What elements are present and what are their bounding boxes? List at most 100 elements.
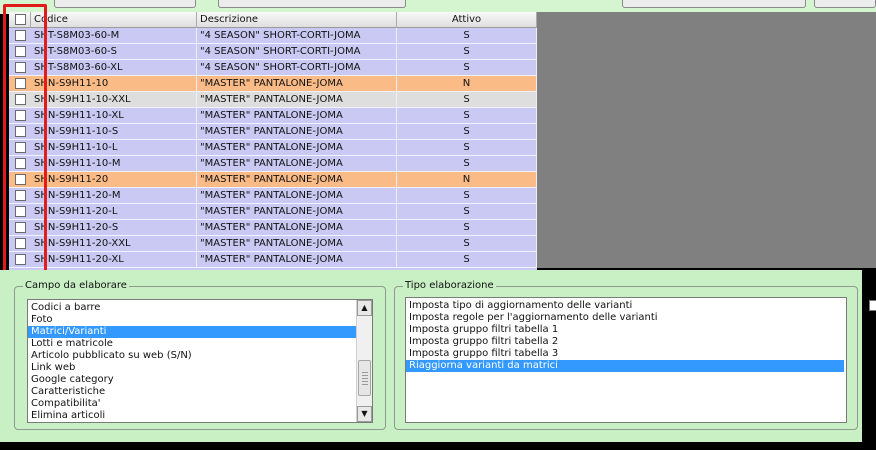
table-row[interactable]: SHN-S9H11-10-XXL "MASTER" PANTALONE-JOMA S — [9, 92, 537, 108]
campo-list-item[interactable]: Elimina articoli — [28, 410, 358, 422]
cell-descrizione[interactable]: "4 SEASON" SHORT-CORTI-JOMA — [197, 28, 397, 44]
table-row[interactable]: SHN-S9H11-20-XXL "MASTER" PANTALONE-JOMA S — [9, 236, 537, 252]
cell-codice[interactable]: SHT-S8M03-60-M — [31, 28, 197, 44]
table-row[interactable]: SHN-S9H11-20-M "MASTER" PANTALONE-JOMA S — [9, 188, 537, 204]
row-select-cell[interactable] — [9, 76, 31, 92]
cell-descrizione[interactable]: "MASTER" PANTALONE-JOMA — [197, 204, 397, 220]
toolbar-tab-2[interactable] — [218, 0, 406, 8]
cell-attivo[interactable]: N — [397, 172, 537, 188]
cell-codice[interactable]: SHN-S9H11-20-L — [31, 204, 197, 220]
cell-attivo[interactable]: S — [397, 60, 537, 76]
table-row[interactable]: SHN-S9H11-10 "MASTER" PANTALONE-JOMA N — [9, 76, 537, 92]
campo-listbox[interactable]: Codici a barre Foto Matrici/Varianti Lotti … — [27, 299, 373, 423]
row-select-cell[interactable] — [9, 252, 31, 268]
row-select-cell[interactable] — [9, 236, 31, 252]
row-checkbox[interactable] — [15, 190, 26, 201]
cell-codice[interactable]: SHN-S9H11-10-L — [31, 140, 197, 156]
scroll-up-arrow-icon[interactable]: ▲ — [357, 300, 372, 316]
cell-codice[interactable]: SHN-S9H11-20-XL — [31, 252, 197, 268]
cell-codice[interactable]: SHN-S9H11-20-M — [31, 188, 197, 204]
table-row[interactable]: SHN-S9H11-10-S "MASTER" PANTALONE-JOMA S — [9, 124, 537, 140]
campo-list-item[interactable]: Codici a barre — [28, 302, 358, 314]
row-checkbox[interactable] — [15, 222, 26, 233]
row-checkbox[interactable] — [15, 62, 26, 73]
cell-descrizione[interactable]: "MASTER" PANTALONE-JOMA — [197, 92, 397, 108]
tipo-list-item[interactable]: Imposta gruppo filtri tabella 1 — [406, 324, 844, 336]
cell-descrizione[interactable]: "MASTER" PANTALONE-JOMA — [197, 124, 397, 140]
row-checkbox[interactable] — [15, 158, 26, 169]
table-row[interactable]: SHN-S9H11-20-L "MASTER" PANTALONE-JOMA S — [9, 204, 537, 220]
cell-codice[interactable]: SHN-S9H11-20 — [31, 172, 197, 188]
table-row[interactable]: SHN-S9H11-10-L "MASTER" PANTALONE-JOMA S — [9, 140, 537, 156]
column-header-codice[interactable]: Codice — [31, 12, 197, 28]
table-row[interactable]: SHN-S9H11-20-S "MASTER" PANTALONE-JOMA S — [9, 220, 537, 236]
row-select-cell[interactable] — [9, 124, 31, 140]
cell-descrizione[interactable]: "MASTER" PANTALONE-JOMA — [197, 140, 397, 156]
row-checkbox[interactable] — [15, 174, 26, 185]
tipo-listbox[interactable]: Imposta tipo di aggiornamento delle vari… — [405, 297, 847, 423]
row-select-cell[interactable] — [9, 204, 31, 220]
scroll-down-arrow-icon[interactable]: ▼ — [357, 406, 372, 422]
cell-descrizione[interactable]: "MASTER" PANTALONE-JOMA — [197, 172, 397, 188]
tipo-list-item[interactable]: Imposta gruppo filtri tabella 3 — [406, 348, 844, 360]
cell-codice[interactable]: SHN-S9H11-10-M — [31, 156, 197, 172]
row-checkbox[interactable] — [15, 206, 26, 217]
row-checkbox[interactable] — [15, 142, 26, 153]
cell-descrizione[interactable]: "MASTER" PANTALONE-JOMA — [197, 76, 397, 92]
row-select-cell[interactable] — [9, 108, 31, 124]
cell-codice[interactable]: SHN-S9H11-10 — [31, 76, 197, 92]
table-row[interactable]: SHT-S8M03-60-XL "4 SEASON" SHORT-CORTI-JO… — [9, 60, 537, 76]
row-select-cell[interactable] — [9, 220, 31, 236]
cell-codice[interactable]: SHN-S9H11-20-XXL — [31, 236, 197, 252]
table-row[interactable]: SHT-S8M03-60-M "4 SEASON" SHORT-CORTI-JOM… — [9, 28, 537, 44]
cell-attivo[interactable]: S — [397, 28, 537, 44]
cell-attivo[interactable]: S — [397, 44, 537, 60]
table-row[interactable]: SHN-S9H11-10-M "MASTER" PANTALONE-JOMA S — [9, 156, 537, 172]
row-select-cell[interactable] — [9, 156, 31, 172]
header-select-all-cell[interactable] — [9, 12, 31, 28]
cell-attivo[interactable]: N — [397, 76, 537, 92]
cell-attivo[interactable]: S — [397, 108, 537, 124]
row-checkbox[interactable] — [15, 254, 26, 265]
cell-descrizione[interactable]: "MASTER" PANTALONE-JOMA — [197, 236, 397, 252]
row-select-cell[interactable] — [9, 188, 31, 204]
toolbar-tab-3[interactable] — [622, 0, 806, 8]
cell-descrizione[interactable]: "MASTER" PANTALONE-JOMA — [197, 108, 397, 124]
select-all-checkbox[interactable] — [15, 14, 26, 25]
row-select-cell[interactable] — [9, 172, 31, 188]
row-select-cell[interactable] — [9, 92, 31, 108]
cell-codice[interactable]: SHT-S8M03-60-S — [31, 44, 197, 60]
campo-scrollbar[interactable]: ▲ ▼ — [356, 300, 372, 422]
column-header-descrizione[interactable]: Descrizione — [197, 12, 397, 28]
cell-attivo[interactable]: S — [397, 188, 537, 204]
cell-codice[interactable]: SHN-S9H11-20-S — [31, 220, 197, 236]
tipo-list-item[interactable]: Riaggiorna varianti da matrici — [406, 360, 844, 372]
cell-codice[interactable]: SHN-S9H11-10-XL — [31, 108, 197, 124]
campo-list-item[interactable]: Articolo pubblicato su web (S/N) — [28, 350, 358, 362]
row-checkbox[interactable] — [15, 238, 26, 249]
row-select-cell[interactable] — [9, 28, 31, 44]
row-checkbox[interactable] — [15, 126, 26, 137]
campo-list-item[interactable]: Google category — [28, 374, 358, 386]
scrollbar-thumb[interactable] — [358, 360, 371, 396]
row-checkbox[interactable] — [15, 110, 26, 121]
campo-list-item[interactable]: Matrici/Varianti — [28, 326, 358, 338]
tipo-list-item[interactable]: Imposta tipo di aggiornamento delle vari… — [406, 300, 844, 312]
row-select-cell[interactable] — [9, 140, 31, 156]
cell-descrizione[interactable]: "4 SEASON" SHORT-CORTI-JOMA — [197, 44, 397, 60]
toolbar-tab-4[interactable] — [814, 0, 876, 8]
campo-list-item[interactable]: Lotti e matricole — [28, 338, 358, 350]
table-row[interactable]: SHN-S9H11-20 "MASTER" PANTALONE-JOMA N — [9, 172, 537, 188]
cell-descrizione[interactable]: "4 SEASON" SHORT-CORTI-JOMA — [197, 60, 397, 76]
toolbar-tab-1[interactable] — [54, 0, 196, 8]
campo-list-item[interactable]: Foto — [28, 314, 358, 326]
cell-attivo[interactable]: S — [397, 156, 537, 172]
cell-descrizione[interactable]: "MASTER" PANTALONE-JOMA — [197, 220, 397, 236]
campo-list-item[interactable]: Caratteristiche — [28, 386, 358, 398]
row-checkbox[interactable] — [15, 78, 26, 89]
table-row[interactable]: SHT-S8M03-60-S "4 SEASON" SHORT-CORTI-JOM… — [9, 44, 537, 60]
cell-codice[interactable]: SHT-S8M03-60-XL — [31, 60, 197, 76]
cell-descrizione[interactable]: "MASTER" PANTALONE-JOMA — [197, 188, 397, 204]
cell-descrizione[interactable]: "MASTER" PANTALONE-JOMA — [197, 156, 397, 172]
cell-attivo[interactable]: S — [397, 124, 537, 140]
